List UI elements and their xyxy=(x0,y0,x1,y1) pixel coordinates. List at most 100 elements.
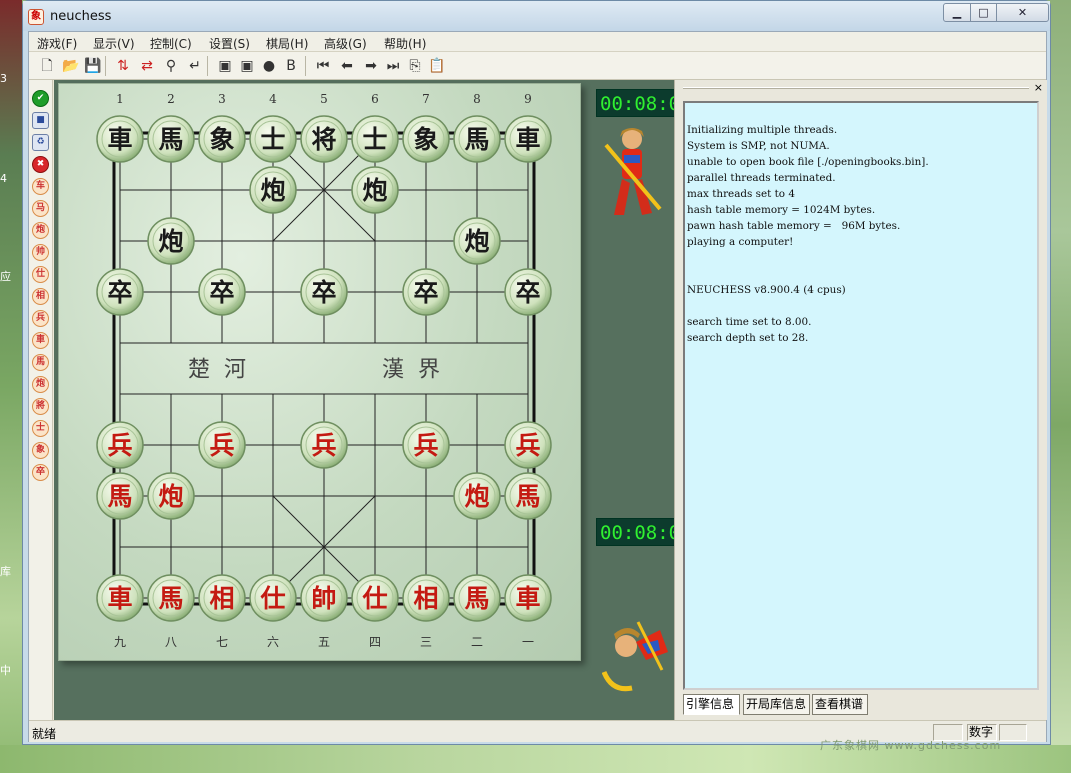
status-text: 就绪 xyxy=(32,727,57,741)
red-piece[interactable]: 炮 xyxy=(453,472,501,520)
board-svg[interactable]: 楚 河漢 界1 2 3 4 5 6 7 8 9九八七六五四三二一車馬象士将士象馬車炮 炮炮 炮卒卒卒… xyxy=(59,84,582,662)
tab-engine-info[interactable]: 引擎信息 xyxy=(683,694,740,715)
black-advisor-piece[interactable]: 士 xyxy=(32,420,49,437)
menu-help[interactable]: 帮助(H) xyxy=(384,35,426,52)
status-pane xyxy=(999,724,1027,741)
minimize-button[interactable]: ▁ xyxy=(943,3,971,22)
red-piece[interactable]: 車 xyxy=(96,574,144,622)
red-piece[interactable]: 馬 xyxy=(504,472,552,520)
black-piece[interactable]: 炮 xyxy=(351,166,399,214)
black-piece[interactable]: 車 xyxy=(96,115,144,163)
recycle-icon[interactable]: ♻ xyxy=(32,134,49,151)
panel-grip[interactable] xyxy=(683,87,1029,89)
red-piece[interactable]: 馬 xyxy=(147,574,195,622)
engine-output-line: pawn hash table memory = 96M bytes. xyxy=(687,220,901,232)
black-piece[interactable]: 象 xyxy=(402,115,450,163)
close-button[interactable]: ✕ xyxy=(996,3,1049,22)
black-piece[interactable]: 卒 xyxy=(402,268,450,316)
sphere-icon[interactable]: ● xyxy=(259,56,279,76)
black-elephant-piece[interactable]: 象 xyxy=(32,442,49,459)
black-piece[interactable]: 象 xyxy=(198,115,246,163)
swap-sides-icon[interactable]: ⇄ xyxy=(137,56,157,76)
maximize-button[interactable]: □ xyxy=(970,3,997,22)
open-icon[interactable]: 📂 xyxy=(61,56,81,76)
black-piece[interactable]: 将 xyxy=(300,115,348,163)
red-piece[interactable]: 兵 xyxy=(402,421,450,469)
black-piece[interactable]: 士 xyxy=(351,115,399,163)
computer-red-icon[interactable]: ▣ xyxy=(215,56,235,76)
black-piece[interactable]: 卒 xyxy=(504,268,552,316)
close-icon[interactable]: × xyxy=(1034,81,1043,94)
watermark: 广东象棋网 www.gdchess.com xyxy=(820,739,1002,752)
menu-advanced[interactable]: 高级(G) xyxy=(324,35,367,52)
menu-settings[interactable]: 设置(S) xyxy=(209,35,250,52)
menu-control[interactable]: 控制(C) xyxy=(150,35,192,52)
black-piece[interactable]: 炮 xyxy=(147,217,195,265)
red-piece[interactable]: 馬 xyxy=(96,472,144,520)
black-piece[interactable]: 士 xyxy=(249,115,297,163)
red-elephant-piece[interactable]: 相 xyxy=(32,288,49,305)
black-piece[interactable]: 馬 xyxy=(147,115,195,163)
title-bar[interactable]: 象 neuchess ▁ □ ✕ xyxy=(23,1,1050,31)
black-piece[interactable]: 卒 xyxy=(198,268,246,316)
tab-view-game-record[interactable]: 查看棋谱 xyxy=(812,694,868,715)
app-icon[interactable]: 象 xyxy=(28,9,44,25)
desktop-background-strip: 3 4 应 库 中 xyxy=(0,0,22,773)
menu-game[interactable]: 游戏(F) xyxy=(37,35,77,52)
red-horse-piece[interactable]: 马 xyxy=(32,200,49,217)
red-piece[interactable]: 兵 xyxy=(504,421,552,469)
red-general-piece[interactable]: 帅 xyxy=(32,244,49,261)
red-piece[interactable]: 兵 xyxy=(300,421,348,469)
engine-output-line: max threads set to 4 xyxy=(687,188,795,200)
red-chariot-piece[interactable]: 车 xyxy=(32,178,49,195)
red-piece[interactable]: 兵 xyxy=(96,421,144,469)
bold-b-icon[interactable]: B xyxy=(281,56,301,76)
last-move-icon[interactable]: ⏭ xyxy=(383,56,403,76)
red-piece[interactable]: 兵 xyxy=(198,421,246,469)
menu-game-record[interactable]: 棋局(H) xyxy=(266,35,308,52)
file-label-top: 2 xyxy=(167,92,175,106)
chess-board[interactable]: 楚 河漢 界123456789九八七六五四三二一車馬象士将士象馬車炮炮炮炮卒卒卒… xyxy=(58,83,581,661)
undo-icon[interactable]: ↵ xyxy=(185,56,205,76)
red-piece[interactable]: 相 xyxy=(402,574,450,622)
clear-board-icon[interactable]: ■ xyxy=(32,112,49,129)
red-piece[interactable]: 帥 xyxy=(300,574,348,622)
black-piece[interactable]: 炮 xyxy=(249,166,297,214)
black-piece[interactable]: 卒 xyxy=(96,268,144,316)
hint-icon[interactable]: ⚲ xyxy=(161,56,181,76)
black-general-piece[interactable]: 將 xyxy=(32,398,49,415)
next-move-icon[interactable]: ➡ xyxy=(361,56,381,76)
red-piece[interactable]: 炮 xyxy=(147,472,195,520)
red-piece[interactable]: 仕 xyxy=(249,574,297,622)
river-label-han: 漢 界 xyxy=(382,358,440,383)
red-cannon-piece[interactable]: 炮 xyxy=(32,222,49,239)
black-cannon-piece[interactable]: 炮 xyxy=(32,376,49,393)
computer-black-icon[interactable]: ▣ xyxy=(237,56,257,76)
new-icon[interactable]: 🗋 xyxy=(37,56,57,76)
black-piece[interactable]: 卒 xyxy=(300,268,348,316)
flip-board-icon[interactable]: ⇅ xyxy=(113,56,133,76)
menu-view[interactable]: 显示(V) xyxy=(93,35,135,52)
paste-icon[interactable]: 📋 xyxy=(427,56,447,76)
red-advisor-piece[interactable]: 仕 xyxy=(32,266,49,283)
red-piece[interactable]: 仕 xyxy=(351,574,399,622)
piece-label: 車 xyxy=(515,125,540,154)
black-piece[interactable]: 馬 xyxy=(453,115,501,163)
black-piece[interactable]: 車 xyxy=(504,115,552,163)
check-icon[interactable]: ✔ xyxy=(32,90,49,107)
first-move-icon[interactable]: ⏮ xyxy=(313,56,333,76)
black-soldier-piece[interactable]: 卒 xyxy=(32,464,49,481)
previous-move-icon[interactable]: ⬅ xyxy=(337,56,357,76)
delete-icon[interactable]: ✖ xyxy=(32,156,49,173)
black-piece[interactable]: 炮 xyxy=(453,217,501,265)
red-piece[interactable]: 相 xyxy=(198,574,246,622)
red-piece[interactable]: 車 xyxy=(504,574,552,622)
copy-icon[interactable]: ⎘ xyxy=(405,56,425,76)
toolbar-separator xyxy=(105,56,106,76)
tab-opening-book-info[interactable]: 开局库信息 xyxy=(743,694,810,715)
black-horse-piece[interactable]: 馬 xyxy=(32,354,49,371)
black-chariot-piece[interactable]: 車 xyxy=(32,332,49,349)
red-piece[interactable]: 馬 xyxy=(453,574,501,622)
save-icon[interactable]: 💾 xyxy=(83,56,103,76)
red-soldier-piece[interactable]: 兵 xyxy=(32,310,49,327)
